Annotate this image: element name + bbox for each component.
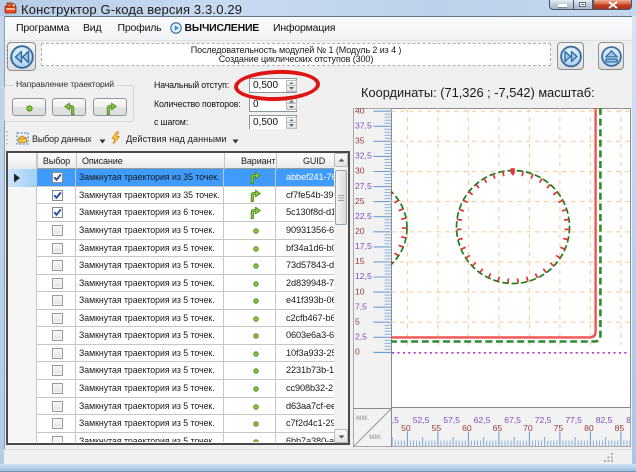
svg-text:0: 0 <box>355 347 360 357</box>
svg-text:20: 20 <box>355 226 365 236</box>
svg-text:47,5: 47,5 <box>391 415 399 425</box>
svg-text:32,5: 32,5 <box>355 151 372 161</box>
svg-text:30: 30 <box>355 166 365 176</box>
svg-text:77,5: 77,5 <box>565 415 582 425</box>
svg-text:15: 15 <box>355 256 365 266</box>
svg-text:80: 80 <box>584 423 594 433</box>
svg-text:67,5: 67,5 <box>504 415 521 425</box>
svg-text:37,5: 37,5 <box>355 121 372 131</box>
svg-text:12,5: 12,5 <box>355 271 372 281</box>
svg-text:87,5: 87,5 <box>626 415 630 425</box>
svg-text:75: 75 <box>554 423 564 433</box>
svg-text:52,5: 52,5 <box>413 415 430 425</box>
svg-text:40: 40 <box>355 108 365 115</box>
svg-text:60: 60 <box>462 423 472 433</box>
svg-text:57,5: 57,5 <box>443 415 460 425</box>
svg-text:85: 85 <box>615 423 625 433</box>
svg-text:10: 10 <box>355 286 365 296</box>
svg-text:65: 65 <box>493 423 503 433</box>
svg-text:55: 55 <box>432 423 442 433</box>
svg-text:27,5: 27,5 <box>355 181 372 191</box>
svg-text:мм.: мм. <box>369 432 382 441</box>
svg-text:72,5: 72,5 <box>535 415 552 425</box>
svg-text:22,5: 22,5 <box>355 211 372 221</box>
svg-text:82,5: 82,5 <box>596 415 613 425</box>
svg-text:50: 50 <box>401 423 411 433</box>
svg-text:25: 25 <box>355 196 365 206</box>
svg-text:17,5: 17,5 <box>355 241 372 251</box>
svg-text:мм.: мм. <box>356 413 369 422</box>
svg-text:5: 5 <box>355 316 360 326</box>
svg-text:2,5: 2,5 <box>355 332 367 342</box>
svg-text:35: 35 <box>355 136 365 146</box>
svg-text:7,5: 7,5 <box>355 301 367 311</box>
svg-text:62,5: 62,5 <box>474 415 491 425</box>
svg-text:70: 70 <box>523 423 533 433</box>
